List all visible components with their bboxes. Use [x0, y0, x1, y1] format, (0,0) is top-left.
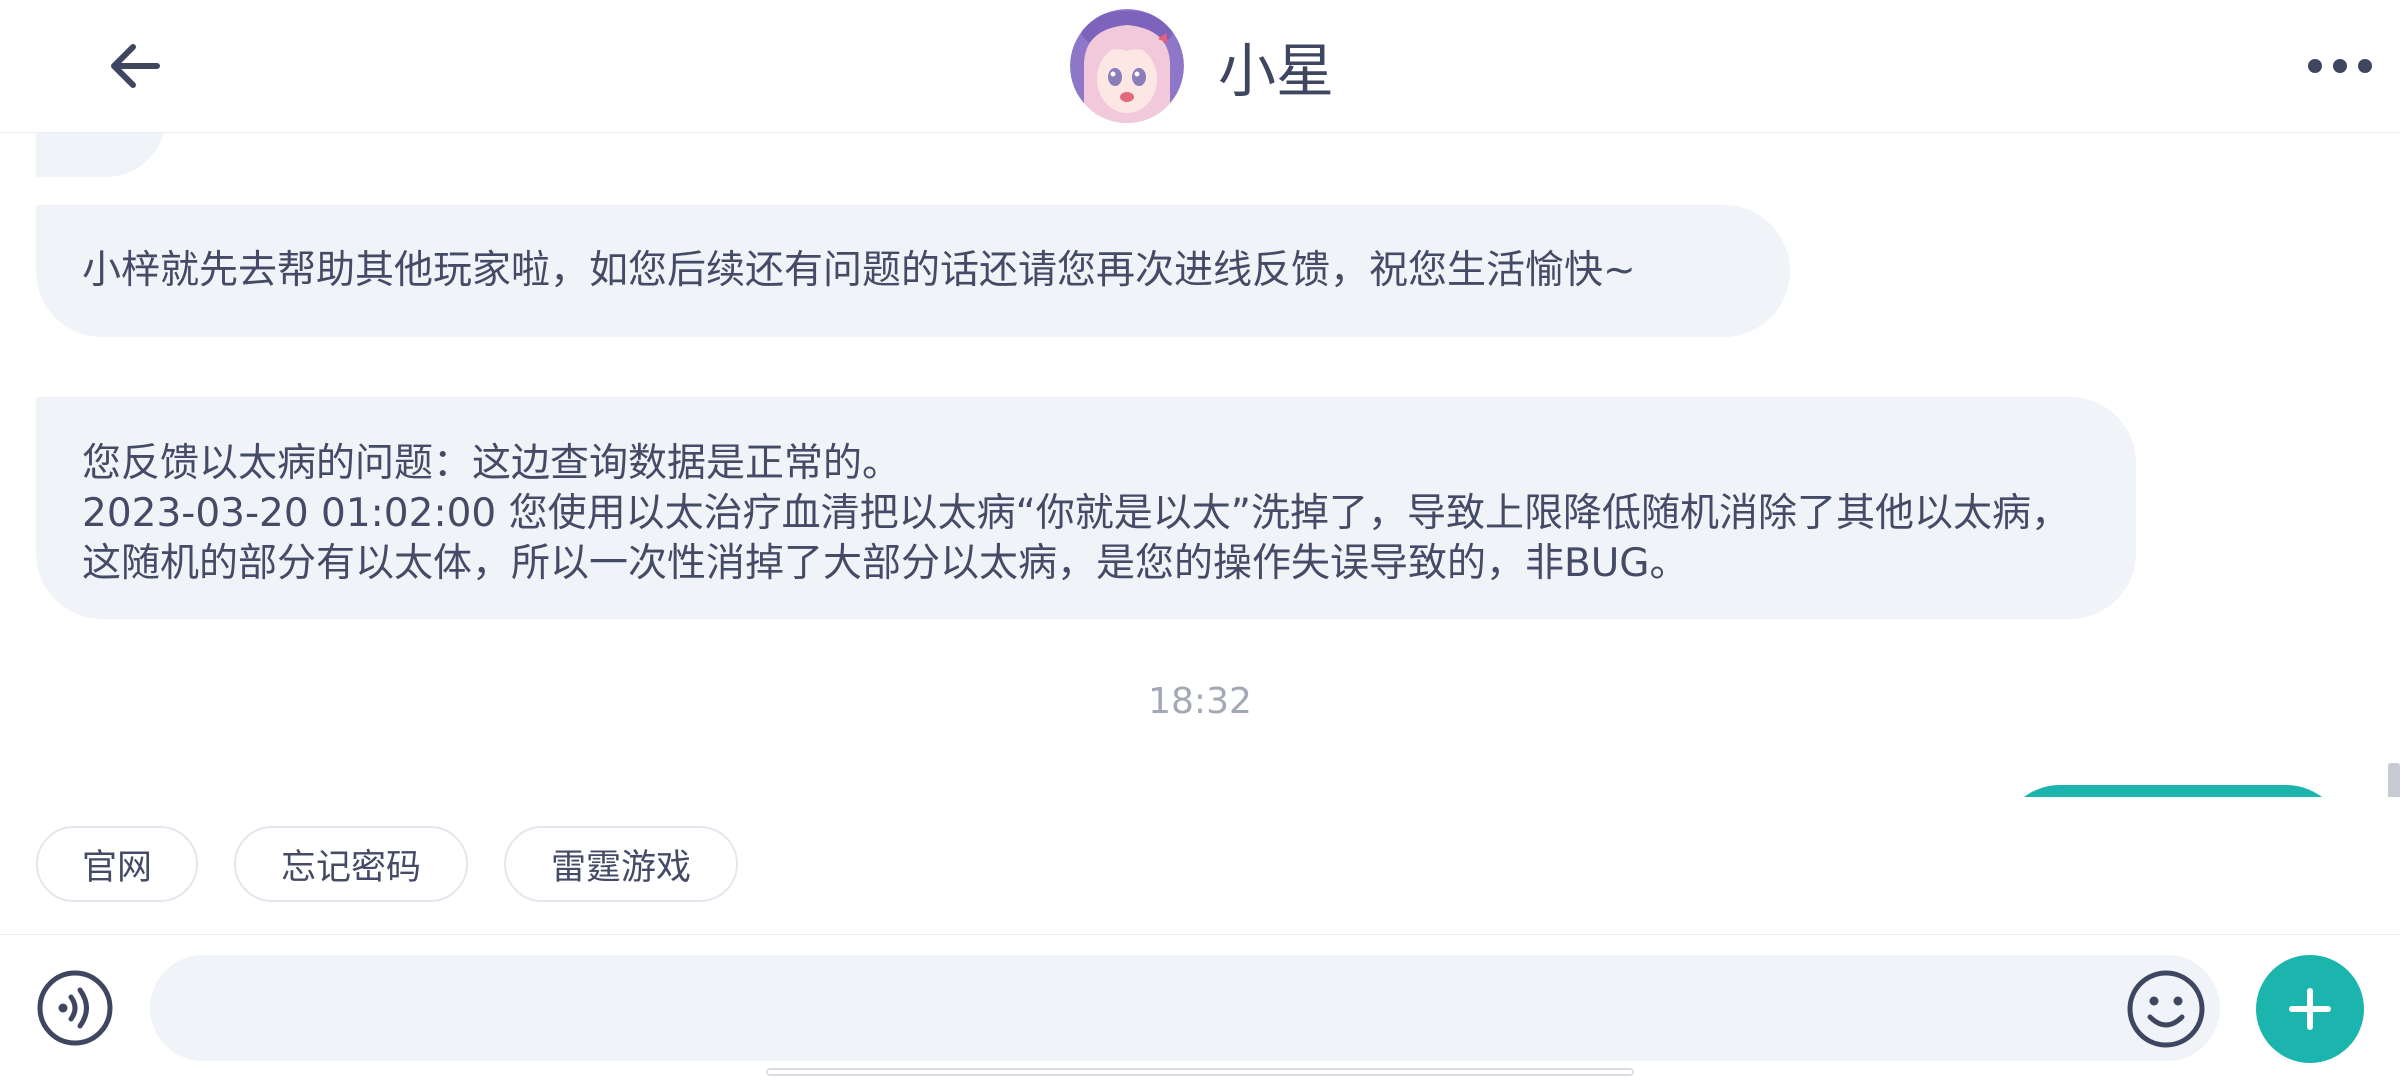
message-input[interactable] — [150, 955, 2220, 1061]
message-bubble-partial — [36, 133, 166, 177]
scrollbar[interactable] — [2388, 763, 2400, 797]
chat-title: 小星 — [1218, 37, 1335, 105]
message-bubble[interactable]: 您反馈以太病的问题：这边查询数据是正常的。 2023-03-20 01:02:0… — [36, 397, 2136, 619]
voice-icon — [37, 970, 113, 1046]
message-timestamp: 18:32 — [1148, 681, 1252, 722]
quick-reply-bar: 官网 忘记密码 雷霆游戏 — [0, 798, 2400, 934]
emoji-icon — [2127, 970, 2205, 1048]
user-message-bubble-partial[interactable] — [2000, 785, 2346, 797]
quick-reply-forgot-password[interactable]: 忘记密码 — [234, 826, 468, 902]
chat-header: 小星 — [0, 0, 2400, 133]
input-bar — [0, 934, 2400, 1081]
message-text: 您反馈以太病的问题：这边查询数据是正常的。 2023-03-20 01:02:0… — [82, 441, 2071, 586]
chat-title-group: 小星 — [1070, 8, 1334, 124]
message-text: 小梓就先去帮助其他玩家啦，如您后续还有问题的话还请您再次进线反馈，祝您生活愉快~ — [82, 248, 1636, 293]
back-button[interactable] — [100, 36, 170, 96]
message-bubble[interactable]: 小梓就先去帮助其他玩家啦，如您后续还有问题的话还请您再次进线反馈，祝您生活愉快~ — [36, 205, 1790, 337]
home-indicator[interactable] — [766, 1068, 1634, 1076]
voice-button[interactable] — [36, 969, 114, 1047]
quick-reply-official-site[interactable]: 官网 — [36, 826, 198, 902]
emoji-button[interactable] — [2126, 969, 2206, 1049]
more-horizontal-icon — [2308, 59, 2372, 73]
arrow-left-icon — [111, 44, 160, 88]
avatar[interactable] — [1070, 9, 1184, 123]
add-attachment-button[interactable] — [2256, 955, 2364, 1063]
plus-icon — [2289, 988, 2331, 1030]
quick-reply-thunder-games[interactable]: 雷霆游戏 — [504, 826, 738, 902]
message-list[interactable]: 小梓就先去帮助其他玩家啦，如您后续还有问题的话还请您再次进线反馈，祝您生活愉快~… — [0, 133, 2400, 797]
more-button[interactable] — [2300, 36, 2380, 96]
